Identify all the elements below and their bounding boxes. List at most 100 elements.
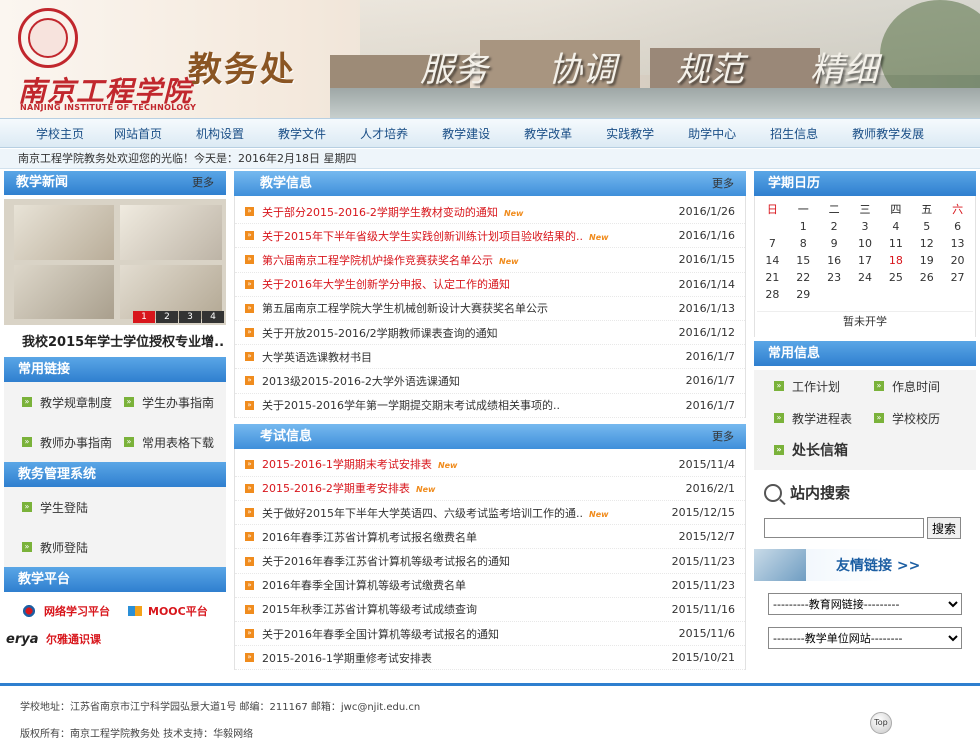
item-title[interactable]: 第六届南京工程学院机炉操作竞赛获奖名单公示 New [262,252,665,268]
nav-teaching-docs[interactable]: 教学文件 [266,125,348,142]
calendar-day[interactable]: 15 [788,253,819,269]
calendar-day[interactable]: 26 [911,270,942,286]
nav-teaching-reform[interactable]: 教学改革 [512,125,594,142]
search-button[interactable]: 搜索 [927,517,961,539]
link-student-login[interactable]: » 学生登陆 [22,499,126,516]
calendar-day[interactable]: 7 [757,236,788,252]
calendar-day[interactable]: 13 [942,236,973,252]
list-item[interactable]: » 关于2016年春季全国计算机等级考试报名的通知 2015/11/6 [235,622,745,647]
list-item[interactable]: » 2015年秋季江苏省计算机等级考试成绩查询 2015/11/16 [235,598,745,622]
list-item[interactable]: » 关于2016年大学生创新学分申报、认定工作的通知 2016/1/14 [235,273,745,297]
calendar-day[interactable]: 25 [880,270,911,286]
calendar-day[interactable]: 10 [850,236,881,252]
calendar-day[interactable]: 22 [788,270,819,286]
item-title[interactable]: 2015-2016-1学期期末考试安排表 New [262,456,665,472]
link-student-guide[interactable]: » 学生办事指南 [124,394,226,411]
item-title[interactable]: 关于2016年大学生创新学分申报、认定工作的通知 [262,276,665,292]
nav-teacher-development[interactable]: 教师教学发展 [840,125,936,142]
item-title[interactable]: 2016年春季全国计算机等级考试缴费名单 [262,577,665,593]
calendar-day[interactable]: 8 [788,236,819,252]
calendar-day[interactable]: 17 [850,253,881,269]
school-seal-logo[interactable] [18,8,78,68]
calendar-day[interactable]: 2 [819,219,850,235]
calendar-day[interactable]: 21 [757,270,788,286]
link-form-download[interactable]: » 常用表格下载 [124,434,226,451]
nav-admission[interactable]: 招生信息 [758,125,840,142]
list-item[interactable]: » 第五届南京工程学院大学生机械创新设计大赛获奖名单公示 2016/1/13 [235,297,745,321]
calendar-day[interactable]: 14 [757,253,788,269]
list-item[interactable]: » 关于部分2015-2016-2学期学生教材变动的通知 New 2016/1/26 [235,200,745,225]
item-title[interactable]: 2015年秋季江苏省计算机等级考试成绩查询 [262,601,665,617]
calendar-day[interactable]: 5 [911,219,942,235]
friend-links-title[interactable]: 友情链接 >> [836,555,920,575]
list-item[interactable]: » 2015-2016-1学期期末考试安排表 New 2015/11/4 [235,453,745,477]
calendar-day[interactable]: 28 [757,287,788,303]
calendar-day[interactable]: 20 [942,253,973,269]
item-title[interactable]: 大学英语选课教材书目 [262,349,665,365]
item-title[interactable]: 关于2016年春季江苏省计算机等级考试报名的通知 [262,553,665,569]
list-item[interactable]: » 关于2015-2016学年第一学期提交期末考试成绩相关事项的.. 2016/1/… [235,394,745,418]
edu-network-select[interactable]: ---------教育网链接--------- [768,593,962,615]
list-item[interactable]: » 关于2015年下半年省级大学生实践创新训练计划项目验收结果的.. New 2016… [235,224,745,249]
list-item[interactable]: » 2015-2016-2学期重考安排表 New 2016/2/1 [235,477,745,502]
list-item[interactable]: » 大学英语选课教材书目 2016/1/7 [235,345,745,370]
calendar-day[interactable]: 12 [911,236,942,252]
pager-3[interactable]: 3 [179,311,201,323]
list-item[interactable]: » 2013级2015-2016-2大学外语选课通知 2016/1/7 [235,369,745,394]
item-title[interactable]: 关于开放2015-2016/2学期教师课表查询的通知 [262,325,665,341]
calendar-day[interactable]: 24 [850,270,881,286]
pager-4[interactable]: 4 [202,311,224,323]
item-title[interactable]: 2016年春季江苏省计算机考试报名缴费名单 [262,529,665,545]
list-item[interactable]: » 2015-2016-1学期重修考试安排表 2015/10/21 [235,646,745,671]
link-regulations[interactable]: » 教学规章制度 [22,394,124,411]
nav-talent-training[interactable]: 人才培养 [348,125,430,142]
item-title[interactable]: 关于部分2015-2016-2学期学生教材变动的通知 New [262,204,665,220]
list-item[interactable]: » 2016年春季全国计算机等级考试缴费名单 2015/11/23 [235,574,745,598]
pager-2[interactable]: 2 [156,311,178,323]
link-mooc[interactable]: MOOC平台 [148,603,208,619]
item-title[interactable]: 关于2015年下半年省级大学生实践创新训练计划项目验收结果的.. New [262,228,665,244]
item-title[interactable]: 关于2015-2016学年第一学期提交期末考试成绩相关事项的.. [262,397,665,413]
search-input[interactable] [764,518,924,538]
calendar-day[interactable]: 1 [788,219,819,235]
news-caption[interactable]: 我校2015年学士学位授权专业增.. [4,325,226,351]
link-teacher-guide[interactable]: » 教师办事指南 [22,434,124,451]
calendar-day[interactable]: 3 [850,219,881,235]
news-slideshow[interactable]: 1 2 3 4 [4,199,226,325]
teaching-info-more-link[interactable]: 更多 [712,171,734,196]
item-title[interactable]: 关于做好2015年下半年大学英语四、六级考试监考培训工作的通.. New [262,505,665,521]
nav-practice-teaching[interactable]: 实践教学 [594,125,676,142]
list-item[interactable]: » 关于2016年春季江苏省计算机等级考试报名的通知 2015/11/23 [235,549,745,574]
calendar-day[interactable]: 23 [819,270,850,286]
link-director-mailbox[interactable]: » 处长信箱 [754,434,976,466]
link-erya[interactable]: 尔雅通识课 [46,631,101,647]
item-title[interactable]: 关于2016年春季全国计算机等级考试报名的通知 [262,626,665,642]
news-more-link[interactable]: 更多 [192,171,214,195]
list-item[interactable]: » 关于做好2015年下半年大学英语四、六级考试监考培训工作的通.. New 2015… [235,501,745,526]
item-title[interactable]: 第五届南京工程学院大学生机械创新设计大赛获奖名单公示 [262,300,665,316]
calendar-day[interactable]: 6 [942,219,973,235]
nav-school-home[interactable]: 学校主页 [16,125,102,142]
item-title[interactable]: 2013级2015-2016-2大学外语选课通知 [262,373,665,389]
link-work-plan[interactable]: » 工作计划 [774,378,874,395]
item-title[interactable]: 2015-2016-2学期重考安排表 New [262,480,665,496]
nav-teaching-construction[interactable]: 教学建设 [430,125,512,142]
calendar-day[interactable]: 11 [880,236,911,252]
nav-aid-center[interactable]: 助学中心 [676,125,758,142]
link-school-calendar[interactable]: » 学校校历 [874,410,974,427]
link-teaching-progress[interactable]: » 教学进程表 [774,410,874,427]
nav-organization[interactable]: 机构设置 [184,125,266,142]
list-item[interactable]: » 2016年春季江苏省计算机考试报名缴费名单 2015/12/7 [235,525,745,550]
link-teacher-login[interactable]: » 教师登陆 [22,539,126,556]
calendar-day[interactable]: 9 [819,236,850,252]
calendar-day[interactable]: 4 [880,219,911,235]
calendar-day[interactable]: 29 [788,287,819,303]
link-network-learning[interactable]: 网络学习平台 [44,603,128,619]
calendar-day[interactable]: 18 [880,253,911,269]
back-to-top-button[interactable]: Top [870,712,892,734]
nav-site-home[interactable]: 网站首页 [102,125,184,142]
calendar-day[interactable]: 19 [911,253,942,269]
exam-info-more-link[interactable]: 更多 [712,424,734,449]
calendar-day[interactable]: 27 [942,270,973,286]
item-title[interactable]: 2015-2016-1学期重修考试安排表 [262,650,665,666]
